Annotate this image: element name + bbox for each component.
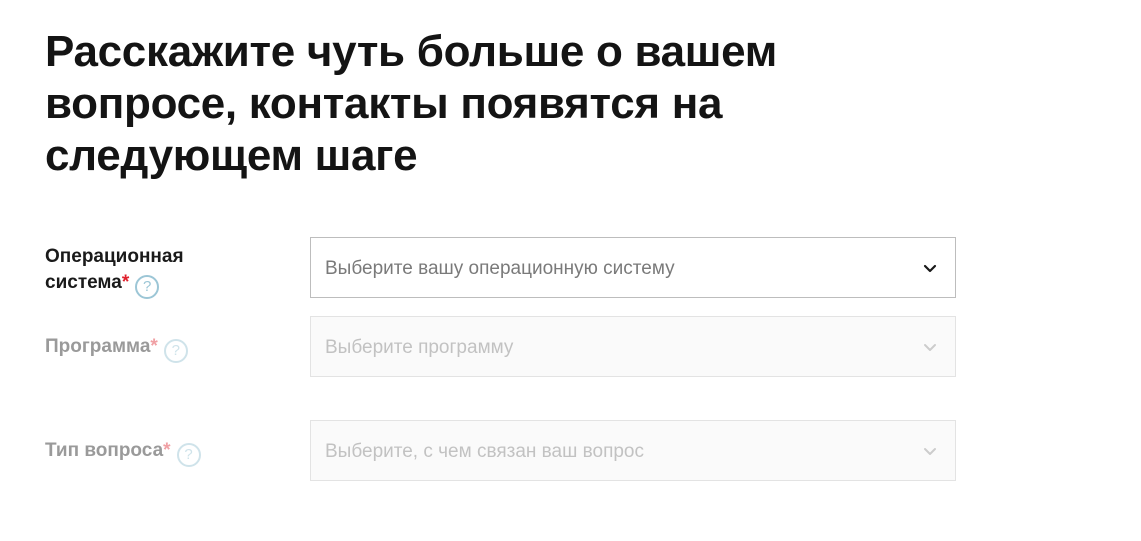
- page-title: Расскажите чуть больше о вашем вопросе, …: [45, 27, 778, 180]
- program-label: Программа*?: [45, 334, 188, 363]
- question-type-label: Тип вопроса*?: [45, 438, 201, 467]
- question-type-select: Выберите, с чем связан ваш вопрос: [310, 420, 956, 481]
- os-label-line2: система: [45, 272, 122, 293]
- os-select[interactable]: Выберите вашу операционную систему: [310, 237, 956, 298]
- program-select: Выберите программу: [310, 316, 956, 377]
- chevron-down-icon: [924, 448, 936, 455]
- help-icon[interactable]: ?: [176, 443, 201, 467]
- required-mark: *: [150, 336, 158, 357]
- os-select-placeholder: Выберите вашу операционную систему: [325, 258, 675, 279]
- program-label-text: Программа: [45, 336, 151, 357]
- question-type-label-text: Тип вопроса: [45, 440, 164, 461]
- question-type-select-placeholder: Выберите, с чем связан ваш вопрос: [325, 441, 645, 462]
- program-select-placeholder: Выберите программу: [325, 337, 514, 358]
- help-icon[interactable]: ?: [135, 275, 160, 299]
- required-mark: *: [163, 440, 171, 461]
- help-icon[interactable]: ?: [163, 339, 188, 363]
- required-mark: *: [121, 272, 130, 293]
- page: Расскажите чуть больше о вашем вопросе, …: [0, 0, 1141, 541]
- chevron-down-icon: [923, 264, 937, 273]
- chevron-down-icon: [924, 344, 936, 351]
- os-label-line1: Операционная: [45, 246, 184, 267]
- os-label: Операционная система*?: [45, 244, 184, 299]
